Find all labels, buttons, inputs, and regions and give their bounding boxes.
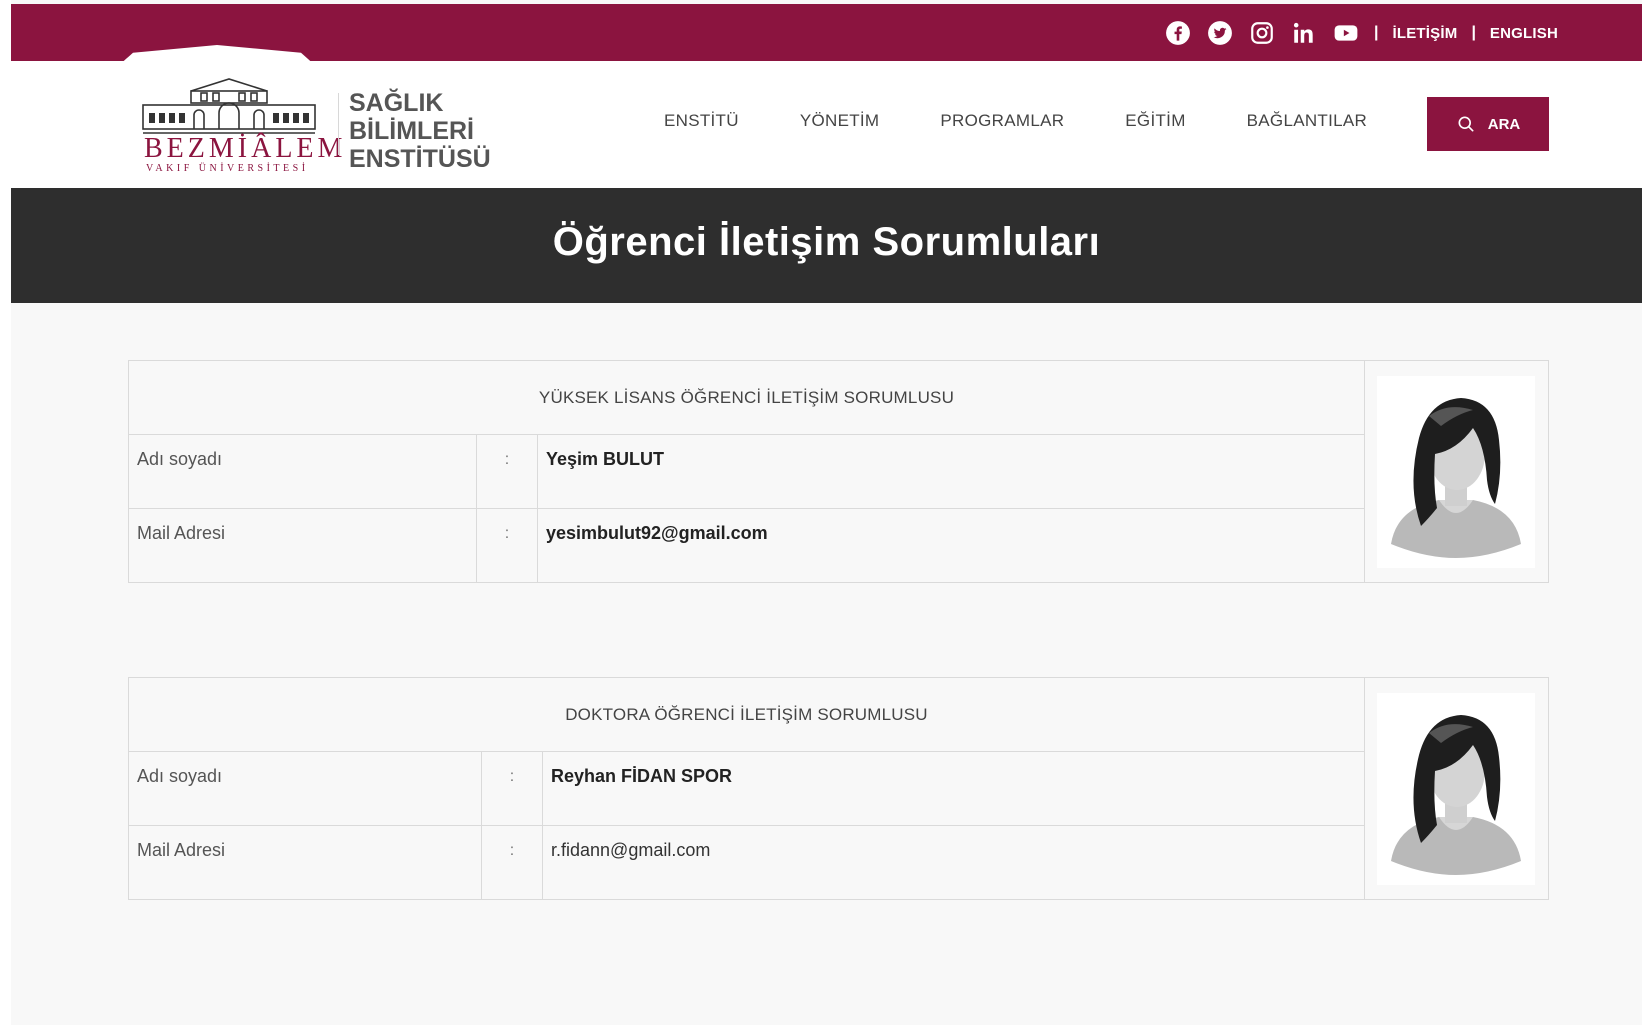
institute-name[interactable]: SAĞLIK BİLİMLERİ ENSTİTÜSÜ [349, 89, 491, 173]
building-logo-icon [142, 78, 316, 134]
contact-card: DOKTORA ÖĞRENCİ İLETİŞİM SORUMLUSU Adı s… [128, 677, 1549, 900]
female-avatar-icon [1376, 375, 1535, 568]
table-row: Mail Adresi : r.fidann@gmail.com [129, 826, 1364, 900]
logo-divider [338, 93, 339, 155]
nav-item-programlar[interactable]: PROGRAMLAR [940, 111, 1064, 131]
instagram-icon[interactable] [1248, 19, 1276, 47]
title-band: Öğrenci İletişim Sorumluları [11, 188, 1642, 303]
logo-wordmark: BEZMİÂLEM [144, 133, 347, 164]
table-row: Mail Adresi : yesimbulut92@gmail.com [129, 509, 1364, 583]
contact-table: DOKTORA ÖĞRENCİ İLETİŞİM SORUMLUSU Adı s… [129, 678, 1365, 900]
mail-value[interactable]: r.fidann@gmail.com [543, 826, 1364, 900]
avatar [1376, 692, 1535, 885]
language-link[interactable]: ENGLISH [1490, 25, 1558, 42]
contact-link[interactable]: İLETİŞİM [1393, 25, 1458, 42]
female-avatar-icon [1376, 692, 1535, 885]
search-button[interactable]: ARA [1427, 97, 1549, 151]
colon-cell: : [477, 509, 538, 583]
mail-label: Mail Adresi [129, 826, 482, 900]
logo-subtitle: VAKIF ÜNİVERSİTESİ [146, 163, 309, 174]
colon-cell: : [482, 826, 543, 900]
colon-cell: : [482, 752, 543, 825]
nav-item-baglantilar[interactable]: BAĞLANTILAR [1247, 111, 1367, 131]
main-nav: ENSTİTÜ YÖNETİM PROGRAMLAR EĞİTİM BAĞLAN… [651, 111, 1367, 131]
institute-name-line: BİLİMLERİ [349, 117, 474, 145]
table-row: Adı soyadı : Yeşim BULUT [129, 435, 1364, 509]
table-row: Adı soyadı : Reyhan FİDAN SPOR [129, 752, 1364, 826]
avatar [1376, 375, 1535, 568]
page-title: Öğrenci İletişim Sorumluları [552, 220, 1101, 264]
linkedin-icon[interactable] [1290, 19, 1318, 47]
card-heading: DOKTORA ÖĞRENCİ İLETİŞİM SORUMLUSU [129, 678, 1364, 752]
university-logo[interactable]: BEZMİÂLEM VAKIF ÜNİVERSİTESİ [132, 71, 342, 175]
search-label: ARA [1487, 115, 1521, 133]
nav-item-egitim[interactable]: EĞİTİM [1125, 111, 1185, 131]
name-label: Adı soyadı [129, 752, 482, 825]
facebook-icon[interactable] [1164, 19, 1192, 47]
nav-item-yonetim[interactable]: YÖNETİM [800, 111, 880, 131]
youtube-icon[interactable] [1332, 19, 1360, 47]
colon-cell: : [477, 435, 538, 508]
contact-card: YÜKSEK LİSANS ÖĞRENCİ İLETİŞİM SORUMLUSU… [128, 360, 1549, 583]
nav-item-enstitu[interactable]: ENSTİTÜ [664, 111, 739, 131]
name-value: Reyhan FİDAN SPOR [551, 766, 733, 786]
separator: | [1374, 24, 1379, 41]
header: BEZMİÂLEM VAKIF ÜNİVERSİTESİ SAĞLIK BİLİ… [11, 61, 1642, 188]
card-heading: YÜKSEK LİSANS ÖĞRENCİ İLETİŞİM SORUMLUSU [129, 361, 1364, 435]
separator: | [1471, 24, 1476, 41]
social-links: | İLETİŞİM | ENGLISH [1164, 18, 1558, 48]
name-label: Adı soyadı [129, 435, 477, 508]
contact-table: YÜKSEK LİSANS ÖĞRENCİ İLETİŞİM SORUMLUSU… [129, 361, 1365, 583]
mail-label: Mail Adresi [129, 509, 477, 583]
search-icon [1458, 116, 1474, 132]
avatar-container [1363, 678, 1548, 899]
mail-value[interactable]: yesimbulut92@gmail.com [538, 509, 1364, 583]
institute-name-line: ENSTİTÜSÜ [349, 145, 491, 173]
avatar-container [1363, 361, 1548, 582]
twitter-icon[interactable] [1206, 19, 1234, 47]
name-value: Yeşim BULUT [546, 449, 665, 469]
institute-name-line: SAĞLIK [349, 89, 444, 117]
